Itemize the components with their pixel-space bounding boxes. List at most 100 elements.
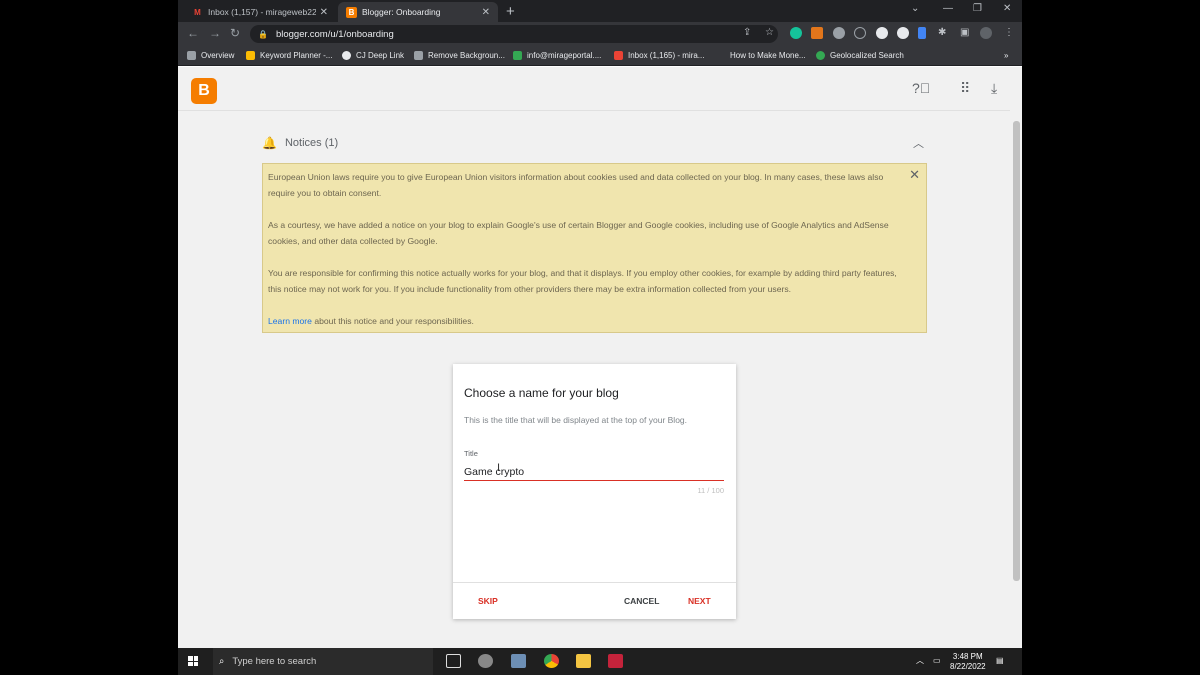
extension-icon[interactable] — [833, 27, 845, 39]
notice-paragraph: You are responsible for confirming this … — [268, 268, 897, 294]
screen: M Inbox (1,157) - mirageweb22@g ✕ B Blog… — [178, 0, 1022, 675]
apps-grid-icon[interactable]: ⠿ — [960, 80, 970, 97]
lock-icon: 🔒 — [258, 29, 268, 39]
new-tab-icon[interactable]: + — [506, 3, 515, 20]
more-bookmarks-icon[interactable]: » — [1004, 51, 1008, 60]
tab-title: Inbox (1,157) - mirageweb22@g — [208, 7, 316, 17]
bookmark-item[interactable]: How to Make Mone... — [730, 51, 806, 60]
bookmark-label: info@mirageportal.... — [527, 51, 602, 60]
network-icon[interactable]: ▭ — [933, 656, 941, 666]
taskbar-search-placeholder: Type here to search — [232, 656, 317, 667]
bookmark-label: Geolocalized Search — [830, 51, 904, 60]
title-field-label: Title — [464, 449, 478, 458]
character-counter: 11 / 100 — [697, 486, 724, 495]
close-window-icon[interactable]: ✕ — [1003, 3, 1011, 14]
taskbar-search[interactable]: ⌕ Type here to search — [213, 648, 433, 675]
extension-icon[interactable] — [811, 27, 823, 39]
tab-blogger[interactable]: B Blogger: Onboarding ✕ — [338, 2, 498, 22]
tab-title: Blogger: Onboarding — [362, 7, 441, 17]
bookmark-star-icon[interactable]: ☆ — [765, 27, 774, 38]
bookmark-label: How to Make Mone... — [730, 51, 806, 60]
taskbar: ⌕ Type here to search ︿ ▭ 3:48 PM 8/22/2… — [178, 648, 1022, 675]
cookie-notice: ✕ European Union laws require you to giv… — [262, 163, 927, 333]
notification-icon[interactable]: ▤ — [996, 656, 1004, 666]
notices-heading: Notices (1) — [284, 137, 339, 149]
app-icon[interactable] — [608, 654, 623, 668]
bell-icon: 🔔 — [262, 136, 277, 150]
back-icon[interactable]: ← — [187, 26, 199, 40]
close-icon[interactable]: ✕ — [482, 7, 490, 18]
blogger-page: B ?⃝ ⠿ ⤓ 🔔 Notices (1) ︿ ✕ European Unio… — [178, 67, 1022, 648]
learn-more-suffix: about this notice and your responsibilit… — [311, 316, 474, 326]
extension-icon[interactable] — [897, 27, 909, 39]
tab-gmail[interactable]: M Inbox (1,157) - mirageweb22@g ✕ — [184, 2, 336, 22]
cancel-button[interactable]: CANCEL — [624, 596, 659, 606]
blog-name-dialog: Choose a name for your blog This is the … — [453, 364, 736, 619]
task-view-icon[interactable] — [446, 654, 461, 668]
close-icon[interactable]: ✕ — [320, 7, 328, 18]
blogger-header: B ?⃝ ⠿ ⤓ — [178, 67, 1010, 111]
search-icon: ⌕ — [219, 656, 225, 667]
notice-paragraph: As a courtesy, we have added a notice on… — [268, 220, 889, 246]
windows-start-icon[interactable] — [188, 656, 198, 666]
scrollbar-thumb[interactable] — [1013, 121, 1020, 581]
notice-paragraph: European Union laws require you to give … — [268, 172, 884, 198]
app-icon[interactable] — [511, 654, 526, 668]
blogger-icon: B — [346, 6, 357, 18]
tray-chevron-icon[interactable]: ︿ — [916, 656, 924, 666]
reload-icon[interactable]: ↻ — [230, 26, 240, 40]
minimize-icon[interactable]: — — [943, 3, 953, 14]
bookmark-item[interactable]: Geolocalized Search — [816, 51, 904, 60]
download-icon[interactable]: ⤓ — [991, 80, 997, 97]
text-cursor-icon: I — [497, 462, 501, 474]
app-icon[interactable] — [478, 654, 493, 668]
title-input[interactable] — [464, 463, 724, 481]
browser-toolbar: ← → ↻ 🔒 blogger.com/u/1/onboarding ⇪ ☆ ✱… — [178, 22, 1022, 46]
gmail-icon: M — [194, 7, 201, 17]
bookmarks-bar: Overview Keyword Planner -... CJ Deep Li… — [178, 46, 1022, 66]
scrollbar[interactable] — [1010, 111, 1022, 648]
bookmark-label: Keyword Planner -... — [260, 51, 333, 60]
bookmark-item[interactable]: Inbox (1,165) - mira... — [614, 51, 704, 60]
bookmark-label: CJ Deep Link — [356, 51, 405, 60]
divider — [453, 582, 736, 583]
menu-icon[interactable]: ⋮ — [1004, 27, 1014, 38]
notices-header[interactable]: 🔔 Notices (1) — [262, 136, 338, 150]
next-button[interactable]: NEXT — [688, 596, 711, 606]
bookmark-item[interactable]: Remove Backgroun... — [414, 51, 505, 60]
bookmark-label: Inbox (1,165) - mira... — [628, 51, 705, 60]
clock-time: 3:48 PM — [952, 652, 983, 661]
avatar[interactable] — [980, 27, 992, 39]
bookmark-item[interactable]: CJ Deep Link — [342, 51, 404, 60]
skip-button[interactable]: SKIP — [478, 596, 498, 606]
restore-icon[interactable]: ❐ — [973, 3, 982, 14]
puzzle-icon[interactable]: ✱ — [938, 27, 946, 38]
file-explorer-icon[interactable] — [576, 654, 591, 668]
extension-icon[interactable] — [918, 27, 926, 39]
help-icon[interactable]: ?⃝ — [912, 80, 930, 96]
tab-search-icon[interactable]: ⌄ — [911, 3, 919, 14]
tab-strip: M Inbox (1,157) - mirageweb22@g ✕ B Blog… — [178, 0, 1022, 22]
clock[interactable]: 3:48 PM 8/22/2022 — [950, 652, 986, 672]
dialog-subtitle: This is the title that will be displayed… — [464, 415, 688, 425]
url-text: blogger.com/u/1/onboarding — [275, 28, 394, 40]
chrome-icon[interactable] — [544, 654, 559, 668]
grammarly-icon[interactable] — [790, 27, 802, 39]
chevron-up-icon[interactable]: ︿ — [913, 135, 924, 151]
extension-icon[interactable] — [854, 27, 866, 39]
clock-date: 8/22/2022 — [950, 662, 986, 671]
bookmark-label: Overview — [201, 51, 235, 60]
bookmark-item[interactable]: Overview — [187, 51, 234, 60]
close-icon[interactable]: ✕ — [909, 167, 920, 183]
bookmark-label: Remove Backgroun... — [428, 51, 505, 60]
side-panel-icon[interactable]: ▣ — [960, 27, 969, 38]
share-icon[interactable]: ⇪ — [743, 27, 751, 38]
address-bar[interactable]: 🔒 blogger.com/u/1/onboarding — [250, 25, 778, 43]
notice-paragraph: Learn more about this notice and your re… — [268, 313, 904, 329]
bookmark-item[interactable]: info@mirageportal.... — [513, 51, 601, 60]
extension-icon[interactable] — [876, 27, 888, 39]
forward-icon[interactable]: → — [209, 26, 221, 40]
bookmark-item[interactable]: Keyword Planner -... — [246, 51, 332, 60]
blogger-logo[interactable]: B — [191, 78, 217, 104]
learn-more-link[interactable]: Learn more — [268, 316, 312, 326]
